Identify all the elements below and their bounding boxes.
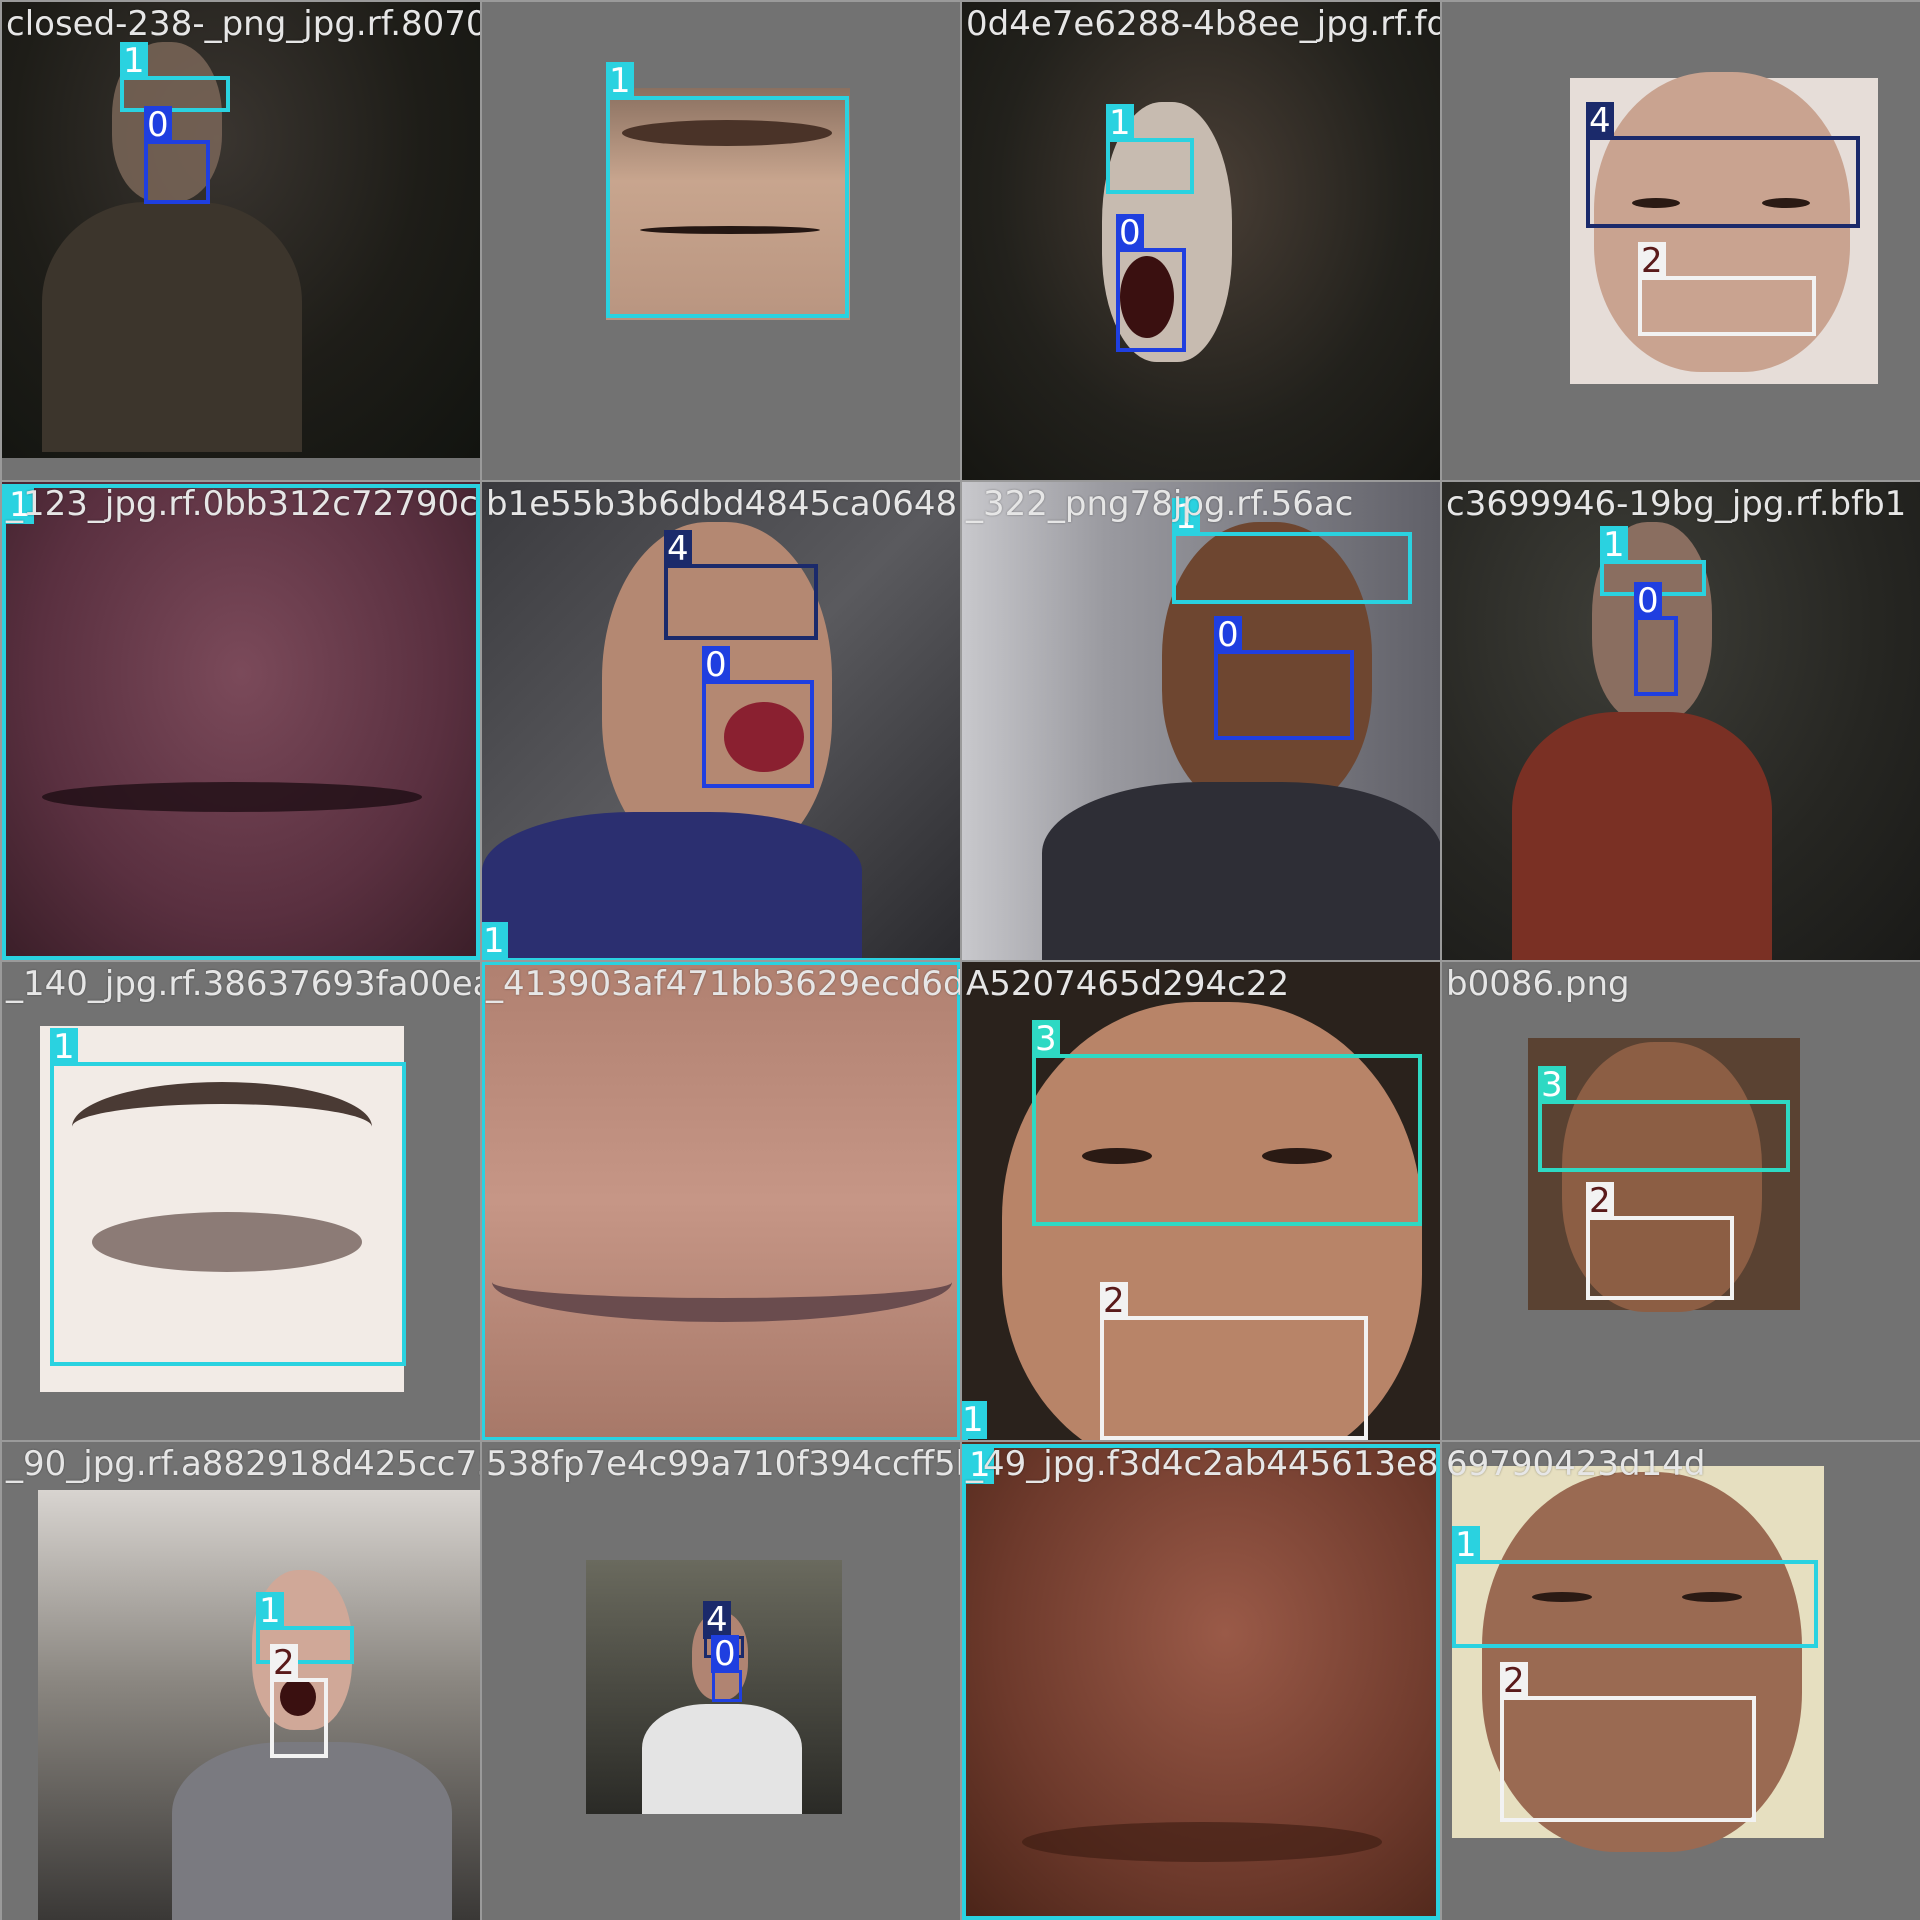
detection-box: 2 (1500, 1662, 1756, 1822)
tile-filename: _49_jpg.f3d4c2ab445613e8 (966, 1444, 1439, 1484)
tile-11: A5207465d294c22 3 2 1 (962, 962, 1440, 1440)
tile-8: c3699946-19bg_jpg.rf.bfb1 1 0 (1442, 482, 1920, 960)
tile-filename: 538fp7e4c99a710f394ccff5b (486, 1444, 960, 1484)
class-label: 4 (664, 530, 692, 568)
detection-box: 1 (2, 484, 480, 960)
class-label: 0 (1214, 616, 1242, 654)
class-label: 1 (50, 1028, 78, 1066)
detection-box: 1 (120, 42, 230, 112)
tile-16: 69790423d14d 1 2 (1442, 1442, 1920, 1920)
tile-7: _322_png78jpg.rf.56ac 1 0 (962, 482, 1440, 960)
hoodie (42, 202, 302, 452)
shirt (1042, 782, 1440, 960)
tile-filename: _322_png78jpg.rf.56ac (966, 484, 1354, 524)
detection-box: 1 (962, 1401, 987, 1440)
class-label: 1 (482, 922, 508, 960)
tile-9: _140_jpg.rf.38637693fa00ea 1 (2, 962, 480, 1440)
detection-box: 0 (1116, 214, 1186, 352)
detection-box: 2 (1100, 1282, 1368, 1440)
class-label: 2 (1100, 1282, 1128, 1320)
tile-5: _123_jpg.rf.0bb312c72790c 1 (2, 482, 480, 960)
detection-box: 3 (1538, 1066, 1790, 1172)
detection-box: 0 (711, 1635, 742, 1702)
detection-box: 1 (482, 922, 960, 960)
class-label: 1 (120, 42, 148, 80)
detection-box: 1 (962, 1444, 1440, 1920)
tile-filename: 69790423d14d (1446, 1444, 1706, 1484)
class-label: 2 (1586, 1182, 1614, 1220)
detection-box (482, 962, 960, 1440)
class-label: 1 (1600, 526, 1628, 564)
class-label: 1 (962, 1401, 987, 1439)
detection-box: 2 (1638, 242, 1816, 336)
class-label: 2 (1638, 242, 1666, 280)
tile-filename: 0d4e7e6288-4b8ee_jpg.rf.fddc4816891a1 (966, 4, 1440, 44)
tile-2: 1 (482, 2, 960, 480)
class-label: 1 (606, 62, 634, 100)
tile-filename: A5207465d294c22 (966, 964, 1290, 1004)
detection-box: 3 (1032, 1020, 1422, 1226)
tile-filename: b1e55b3b6dbd4845ca0648 (486, 484, 958, 524)
jacket (482, 812, 862, 960)
class-label: 0 (711, 1635, 739, 1673)
class-label: 0 (144, 106, 172, 144)
tile-10: _413903af471bb3629ecd6dd (482, 962, 960, 1440)
class-label: 3 (1032, 1020, 1060, 1058)
tile-filename: _413903af471bb3629ecd6dd (486, 964, 960, 1004)
detection-box: 1 (1172, 498, 1412, 604)
detection-box: 2 (1586, 1182, 1734, 1300)
tile-3: 0d4e7e6288-4b8ee_jpg.rf.fddc4816891a1 1 … (962, 2, 1440, 480)
detection-box: 2 (270, 1644, 328, 1758)
jacket (1512, 712, 1772, 960)
detection-mosaic: closed-238-_png_jpg.rf.80707c48bb11b370d… (0, 0, 1920, 1920)
tile-6: b1e55b3b6dbd4845ca0648 4 0 1 (482, 482, 960, 960)
shirt (172, 1742, 452, 1920)
class-label: 1 (256, 1592, 284, 1630)
tile-15: _49_jpg.f3d4c2ab445613e8 1 (962, 1442, 1440, 1920)
class-label: 0 (1634, 582, 1662, 620)
detection-box: 4 (1586, 102, 1860, 228)
tile-filename: _123_jpg.rf.0bb312c72790c (6, 484, 478, 524)
class-label: 0 (1116, 214, 1144, 252)
tile-filename: c3699946-19bg_jpg.rf.bfb1 (1446, 484, 1907, 524)
class-label: 2 (270, 1644, 298, 1682)
shirt (642, 1704, 802, 1814)
detection-box: 0 (702, 646, 814, 788)
class-label: 3 (1538, 1066, 1566, 1104)
tile-filename: closed-238-_png_jpg.rf.80707c48bb11b370d… (6, 4, 480, 44)
tile-13: _90_jpg.rf.a882918d425cc75 1 2 (2, 1442, 480, 1920)
class-label: 0 (702, 646, 730, 684)
detection-box: 1 (50, 1028, 406, 1366)
tile-12: b0086.png 3 2 (1442, 962, 1920, 1440)
detection-box: 1 (1106, 104, 1194, 194)
detection-box: 0 (144, 106, 210, 204)
detection-box: 0 (1214, 616, 1354, 740)
class-label: 1 (1452, 1526, 1480, 1564)
tile-14: 538fp7e4c99a710f394ccff5b 4 0 (482, 1442, 960, 1920)
tile-4: 4 2 (1442, 2, 1920, 480)
detection-box: 0 (1634, 582, 1678, 696)
tile-filename: _140_jpg.rf.38637693fa00ea (6, 964, 480, 1004)
detection-box: 1 (606, 62, 849, 318)
class-label: 4 (1586, 102, 1614, 140)
detection-box: 4 (664, 530, 818, 640)
class-label: 1 (1106, 104, 1134, 142)
tile-filename: _90_jpg.rf.a882918d425cc75 (6, 1444, 480, 1484)
tile-filename: b0086.png (1446, 964, 1630, 1004)
detection-box: 1 (1452, 1526, 1818, 1648)
class-label: 2 (1500, 1662, 1528, 1700)
tile-1: closed-238-_png_jpg.rf.80707c48bb11b370d… (2, 2, 480, 480)
